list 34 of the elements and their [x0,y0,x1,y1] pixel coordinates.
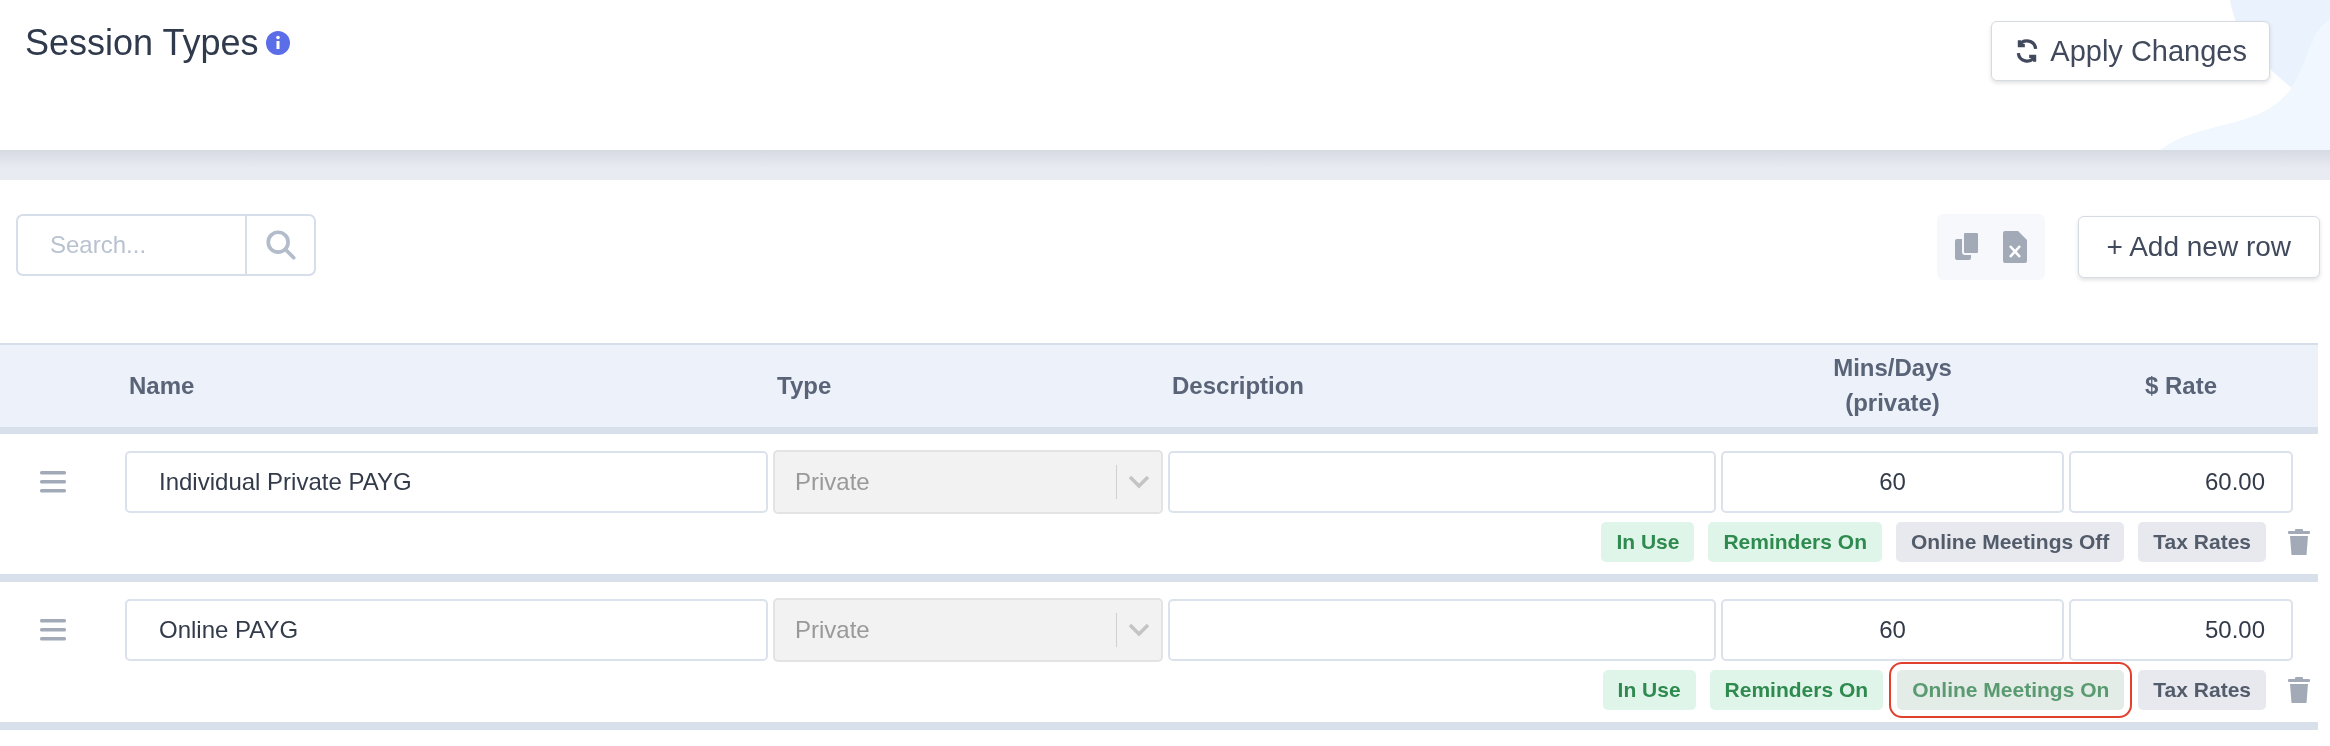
chevron-down-icon [1128,475,1150,489]
chevron-down-icon [1128,623,1150,637]
column-header: Mins/Days (private) [1833,353,1952,418]
name-field[interactable]: Online PAYG [125,599,768,661]
status-tag[interactable]: Reminders On [1709,670,1884,710]
mins-field[interactable]: 60 [1721,599,2064,661]
status-tag[interactable]: Reminders On [1708,522,1882,562]
search-icon [263,228,298,262]
info-icon[interactable] [266,31,291,55]
delete-icon[interactable] [2288,529,2310,555]
column-header: Name [128,370,195,401]
excel-file-icon[interactable] [2002,231,2027,263]
status-tag[interactable]: Tax Rates [2138,522,2266,562]
name-field[interactable]: Individual Private PAYG [125,451,768,513]
status-tag[interactable]: In Use [1601,522,1695,562]
drag-handle-icon[interactable] [39,471,66,493]
status-tag[interactable]: Online Meetings Off [1896,522,2125,562]
drag-handle-icon[interactable] [39,619,66,641]
rate-field[interactable]: 60.00 [2069,451,2293,513]
mins-field[interactable]: 60 [1721,451,2064,513]
copy-icon[interactable] [1954,232,1981,262]
status-tag[interactable]: In Use [1602,670,1696,710]
description-field[interactable] [1168,599,1716,661]
search-field[interactable]: Search... [16,214,316,276]
status-tag[interactable]: Tax Rates [2138,670,2266,710]
add-new-row-button[interactable]: + Add new row [2077,216,2320,278]
page-title: Session Types [25,22,259,64]
column-header: Type [776,370,832,401]
rate-field[interactable]: 50.00 [2069,599,2293,661]
description-field[interactable] [1168,451,1716,513]
column-header: $ Rate [2144,370,2217,401]
apply-changes-button[interactable]: Apply Changes [1991,21,2270,81]
delete-icon[interactable] [2288,677,2310,703]
column-header: Description [1171,370,1305,401]
